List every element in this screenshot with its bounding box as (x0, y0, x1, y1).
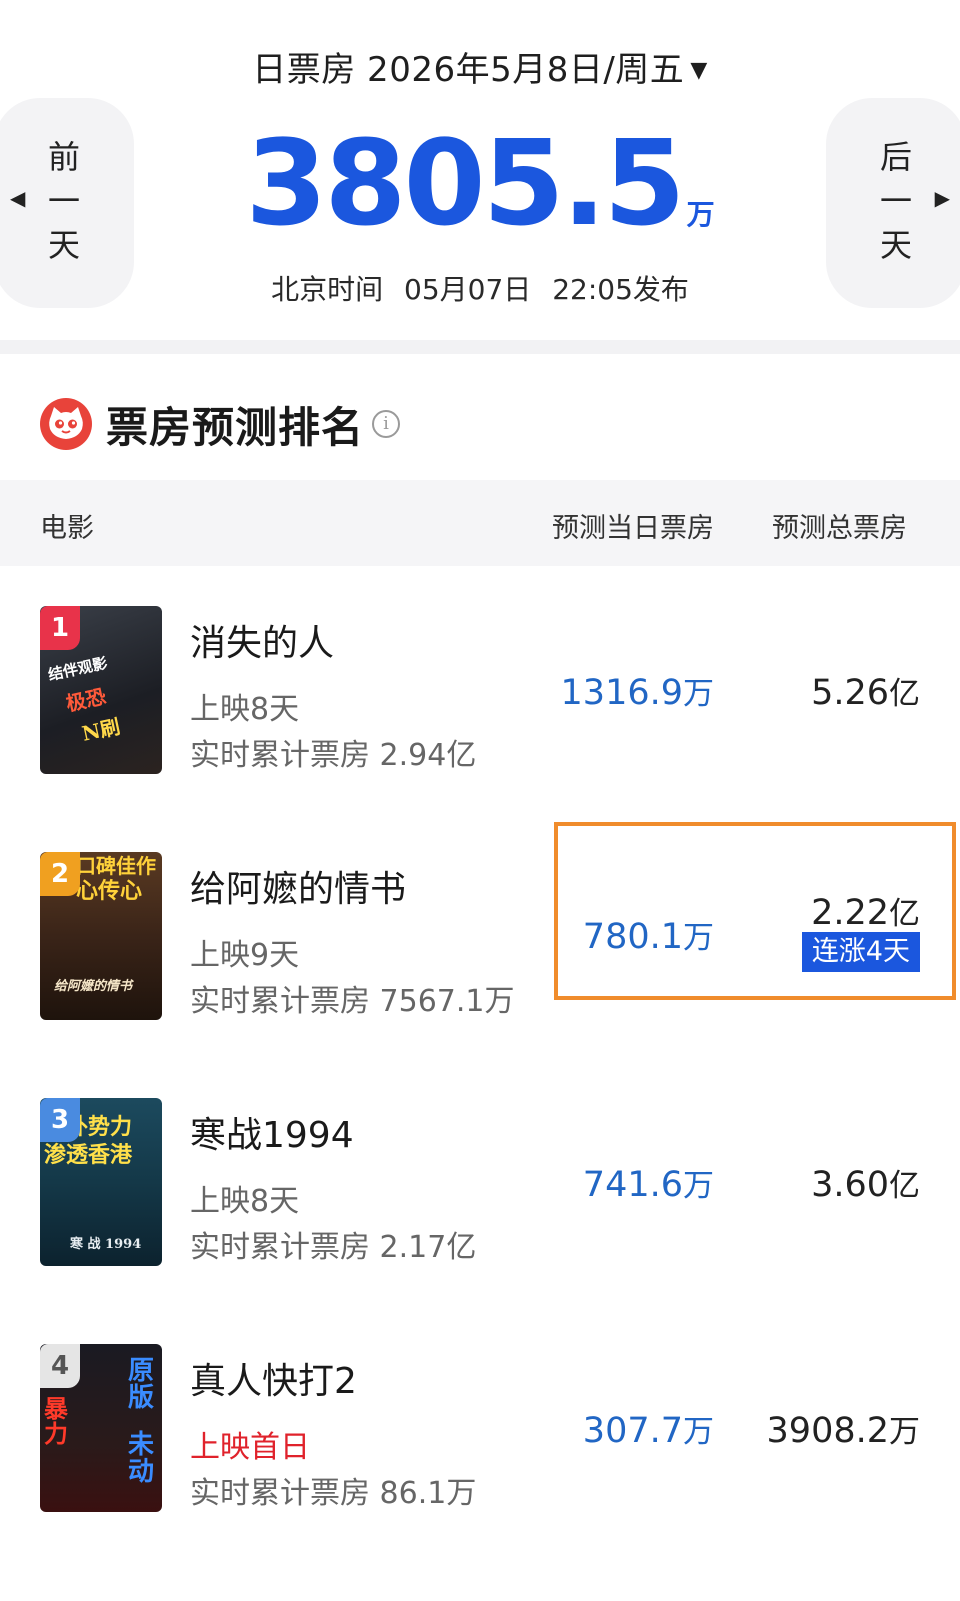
daily-forecast-value: 741.6 (582, 1165, 683, 1205)
total-forecast: 5.26亿 (811, 668, 920, 713)
movie-poster[interactable]: 3 境外势力 渗透香港 寒 战 1994 (40, 1098, 162, 1266)
total-forecast: 3.60亿 (811, 1160, 920, 1205)
total-forecast-value: 2.22 (811, 893, 889, 933)
daily-forecast-value: 307.7 (582, 1411, 683, 1451)
section-title: 票房预测排名 i (40, 394, 401, 454)
release-days: 上映8天 (190, 692, 300, 727)
poster-text: 极恐 (63, 684, 108, 716)
table-header: 电影 预测当日票房 预测总票房 (0, 480, 960, 566)
total-forecast: 2.22亿 (811, 888, 920, 933)
total-forecast-value: 3.60 (811, 1165, 889, 1205)
daily-forecast: 741.6万 (583, 1160, 714, 1205)
movie-name[interactable]: 真人快打2 (190, 1352, 357, 1404)
release-days: 上映9天 (190, 938, 300, 973)
daily-box-office-header: 日票房 2026年5月8日/周五 ▼ ◀ 前 一 天 后 一 天 ▶ 3805.5… (0, 0, 960, 340)
column-header-movie: 电影 (40, 513, 94, 544)
total-forecast-unit: 亿 (889, 676, 920, 712)
section-divider (0, 340, 960, 354)
publish-date: 05月07日 (404, 273, 532, 306)
daily-forecast-unit: 万 (683, 1168, 714, 1204)
poster-text: 寒 战 1994 (70, 1237, 142, 1252)
total-box-office: 3805.5 万 (0, 118, 960, 248)
cumulative-box-office: 实时累计票房 2.17亿 (190, 1230, 477, 1265)
release-days: 上映8天 (190, 1184, 300, 1219)
cat-logo-icon (40, 398, 92, 450)
poster-text: 口碑佳作 (76, 854, 156, 878)
movie-poster[interactable]: 4 原版 未动 暴力 (40, 1344, 162, 1512)
total-forecast-unit: 万 (889, 1414, 920, 1450)
table-row[interactable]: 3 境外势力 渗透香港 寒 战 1994 寒战1994 上映8天 实时累计票房 … (0, 1058, 960, 1304)
rank-badge: 3 (40, 1098, 80, 1142)
total-box-office-unit: 万 (686, 198, 715, 231)
poster-text: 原版 (128, 1356, 155, 1414)
poster-text: 暴力 (44, 1394, 68, 1449)
cumulative-box-office: 实时累计票房 2.94亿 (190, 738, 477, 773)
info-icon[interactable]: i (372, 410, 401, 438)
ranking-title: 票房预测排名 (106, 402, 365, 452)
date-selector[interactable]: 日票房 2026年5月8日/周五 ▼ (0, 42, 960, 91)
movie-name[interactable]: 给阿嬷的情书 (190, 860, 406, 912)
table-row[interactable]: 4 原版 未动 暴力 真人快打2 上映首日 实时累计票房 86.1万 307.7… (0, 1304, 960, 1550)
poster-text: 渗透香港 (44, 1142, 133, 1168)
release-days: 上映首日 (190, 1430, 310, 1465)
daily-forecast-unit: 万 (683, 920, 714, 956)
daily-forecast: 780.1万 (583, 912, 714, 957)
daily-forecast-value: 780.1 (582, 917, 683, 957)
rank-badge: 4 (40, 1344, 80, 1388)
rank-badge: 2 (40, 852, 80, 896)
total-forecast-value: 3908.2 (766, 1411, 889, 1451)
total-box-office-value: 3805.5 (245, 114, 685, 252)
total-forecast: 3908.2万 (767, 1406, 920, 1451)
daily-forecast-unit: 万 (683, 676, 714, 712)
poster-text: N刷 (79, 714, 123, 746)
daily-forecast: 307.7万 (583, 1406, 714, 1451)
rank-badge: 1 (40, 606, 80, 650)
movie-name[interactable]: 消失的人 (190, 614, 334, 666)
movie-name[interactable]: 寒战1994 (190, 1106, 354, 1158)
dropdown-caret-icon: ▼ (690, 58, 708, 83)
movie-poster[interactable]: 2 口碑佳作 心传心 给阿嬷的情书 (40, 852, 162, 1020)
total-forecast-unit: 亿 (889, 896, 920, 932)
column-header-daily-forecast: 预测当日票房 (552, 513, 714, 544)
daily-forecast-value: 1316.9 (560, 673, 683, 713)
cumulative-box-office: 实时累计票房 86.1万 (190, 1476, 477, 1511)
movie-poster[interactable]: 1 结伴观影 极恐 N刷 (40, 606, 162, 774)
poster-text: 给阿嬷的情书 (54, 979, 133, 994)
total-forecast-value: 5.26 (811, 673, 889, 713)
poster-text: 未动 (128, 1430, 155, 1488)
column-header-total-forecast: 预测总票房 (772, 513, 907, 544)
publish-time: 北京时间 05月07日 22:05发布 (0, 268, 960, 308)
daily-forecast-unit: 万 (683, 1414, 714, 1450)
date-label: 日票房 2026年5月8日/周五 (252, 50, 685, 90)
streak-badge: 连涨4天 (801, 932, 920, 972)
daily-forecast: 1316.9万 (561, 668, 714, 713)
total-forecast-unit: 亿 (889, 1168, 920, 1204)
cumulative-box-office: 实时累计票房 7567.1万 (190, 984, 515, 1019)
publish-prefix: 北京时间 (271, 273, 384, 306)
table-row[interactable]: 2 口碑佳作 心传心 给阿嬷的情书 给阿嬷的情书 上映9天 实时累计票房 756… (0, 812, 960, 1058)
poster-text: 心传心 (76, 878, 143, 904)
table-row[interactable]: 1 结伴观影 极恐 N刷 消失的人 上映8天 实时累计票房 2.94亿 1316… (0, 566, 960, 812)
publish-clock: 22:05发布 (552, 273, 689, 306)
poster-text: 结伴观影 (46, 653, 110, 685)
